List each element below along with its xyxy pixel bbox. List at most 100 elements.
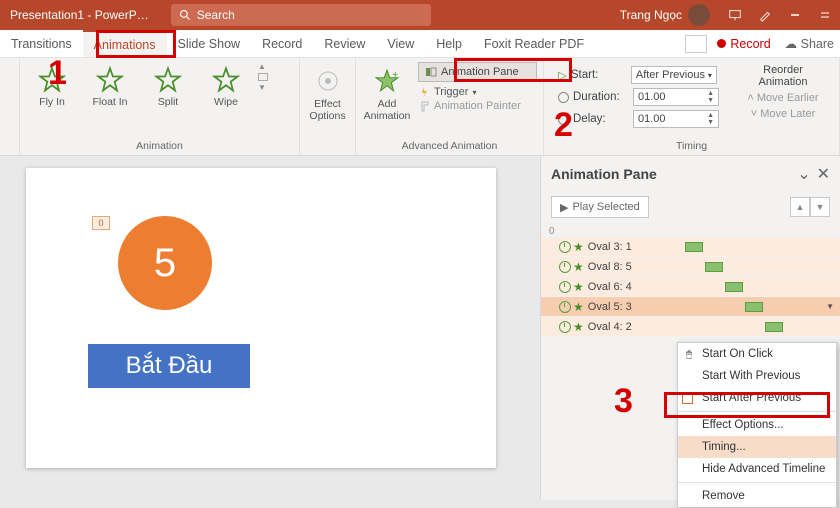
animation-pane: Animation Pane ⌄ ✕ ▶Play Selected ▲ ▼ 0 … <box>540 156 840 500</box>
duration-field[interactable]: 01.00▲▼ <box>633 88 719 106</box>
tab-foxit[interactable]: Foxit Reader PDF <box>473 30 595 57</box>
tab-review[interactable]: Review <box>313 30 376 57</box>
anim-item-4[interactable]: ★Oval 4: 2 <box>541 317 840 337</box>
tab-slideshow[interactable]: Slide Show <box>167 30 252 57</box>
annotation-2: 2 <box>554 106 573 145</box>
clock-icon <box>682 393 693 404</box>
annotation-1: 1 <box>48 54 67 93</box>
play-selected[interactable]: ▶Play Selected <box>551 196 649 218</box>
avatar <box>688 4 710 26</box>
effect-label: Float In <box>92 96 127 108</box>
pane-icon <box>425 66 437 78</box>
star-icon: ★ <box>573 260 584 274</box>
tab-transitions[interactable]: Transitions <box>0 30 83 57</box>
ctx-start-with-previous[interactable]: Start With Previous <box>678 365 836 387</box>
trigger-icon <box>418 86 430 98</box>
ctx-remove[interactable]: Remove <box>678 485 836 507</box>
oval-shape[interactable]: 5 <box>118 216 212 310</box>
clock-icon <box>559 281 571 293</box>
tab-view[interactable]: View <box>376 30 425 57</box>
draw-icon[interactable] <box>750 0 780 30</box>
effect-options-icon <box>313 66 343 96</box>
record-button[interactable]: Record <box>711 37 776 51</box>
oval-text: 5 <box>154 241 176 286</box>
share-button[interactable]: ☁ Share <box>781 36 838 51</box>
anim-item-label: Oval 8: 5 <box>588 261 632 273</box>
animation-pane-button[interactable]: Animation Pane <box>418 62 537 82</box>
move-down-icon[interactable]: ▼ <box>810 197 830 217</box>
search-box[interactable]: Search <box>171 4 431 26</box>
ctx-label: Remove <box>702 490 745 502</box>
play-icon: ▶ <box>560 201 568 214</box>
move-up-icon[interactable]: ▲ <box>790 197 810 217</box>
ctx-start-after-previous[interactable]: Start After Previous <box>678 387 836 409</box>
record-label: Record <box>730 37 770 51</box>
star-icon: ★ <box>573 300 584 314</box>
animation-painter[interactable]: Animation Painter <box>418 100 537 112</box>
ctx-label: Timing... <box>702 441 746 453</box>
tab-record[interactable]: Record <box>251 30 313 57</box>
item-menu-icon[interactable]: ▼ <box>826 302 834 311</box>
effect-float-in[interactable]: Float In <box>84 62 136 108</box>
share-label: Share <box>801 37 834 51</box>
anim-item-3[interactable]: ★ Oval 5: 3 ▼ <box>541 297 840 317</box>
group-animation-label: Animation <box>20 138 299 155</box>
delay-value: 01.00 <box>638 113 666 125</box>
star-icon: ★ <box>573 280 584 294</box>
ctx-start-on-click[interactable]: 🖱Start On Click <box>678 343 836 365</box>
add-animation-label: Add Animation <box>364 98 411 122</box>
gallery-more[interactable]: ▲▼ <box>258 62 272 92</box>
tab-help[interactable]: Help <box>425 30 473 57</box>
slide-canvas[interactable]: 0 5 Bắt Đầu <box>26 168 496 468</box>
minimize-icon[interactable] <box>780 0 810 30</box>
start-label: Start: <box>571 69 627 81</box>
add-animation[interactable]: + Add Animation <box>362 62 412 122</box>
effect-split[interactable]: Split <box>142 62 194 108</box>
search-placeholder: Search <box>197 8 235 22</box>
anim-tag[interactable]: 0 <box>92 216 110 230</box>
anim-item-2[interactable]: ★ Oval 6: 4 <box>541 277 840 297</box>
anim-item-label: Oval 5: 3 <box>588 301 632 313</box>
effect-label: Fly In <box>39 96 65 108</box>
effect-label: Wipe <box>214 96 238 108</box>
anim-item-label: Oval 6: 4 <box>588 281 632 293</box>
pane-close-icon[interactable]: ✕ <box>817 164 830 184</box>
annotation-3: 3 <box>614 382 633 421</box>
clock-icon <box>559 301 571 313</box>
pane-options-icon[interactable]: ⌄ <box>797 164 810 184</box>
star-icon: ★ <box>573 320 584 334</box>
star-icon: ★ <box>573 240 584 254</box>
delay-label: Delay: <box>573 113 629 125</box>
add-animation-icon: + <box>372 66 402 96</box>
user-area[interactable]: Trang Ngọc <box>610 4 720 26</box>
duration-label: Duration: <box>573 91 629 103</box>
start-button-shape[interactable]: Bắt Đầu <box>88 344 250 388</box>
effect-wipe[interactable]: Wipe <box>200 62 252 108</box>
animation-pane-title: Animation Pane <box>551 166 657 182</box>
ctx-effect-options[interactable]: Effect Options... <box>678 414 836 436</box>
ctx-label: Hide Advanced Timeline <box>702 463 825 475</box>
window-down-icon[interactable] <box>810 0 840 30</box>
tab-animations[interactable]: Animations <box>83 30 167 57</box>
thumbnail-rail[interactable] <box>0 156 18 500</box>
move-earlier: ˄ Move Earlier <box>739 92 827 104</box>
reorder-label: Reorder Animation <box>739 64 827 88</box>
trigger-button[interactable]: Trigger ▾ <box>418 86 537 98</box>
anim-item-1[interactable]: ★ Oval 8: 5 <box>541 257 840 277</box>
doc-title: Presentation1 - PowerP… <box>0 8 159 22</box>
anim-item-label: Oval 3: 1 <box>588 241 632 253</box>
ctx-hide-timeline[interactable]: Hide Advanced Timeline <box>678 458 836 480</box>
move-later: ˅ Move Later <box>739 108 827 120</box>
delay-field[interactable]: 01.00▲▼ <box>633 110 719 128</box>
ctx-timing[interactable]: Timing... <box>678 436 836 458</box>
start-value: After Previous <box>636 69 705 81</box>
animation-list: 0 ★Oval 3: 1 ★Oval 8: 5 ★Oval 6: 4 ★Oval… <box>541 226 840 337</box>
start-dropdown[interactable]: After Previous▾ <box>631 66 717 84</box>
clock-icon <box>559 241 571 253</box>
effect-options-label: Effect Options <box>309 98 345 122</box>
present-icon[interactable] <box>720 0 750 30</box>
ctx-label: Effect Options... <box>702 419 784 431</box>
effect-options[interactable]: Effect Options <box>306 62 349 122</box>
comments-icon[interactable] <box>685 35 707 53</box>
anim-item-0[interactable]: ★ Oval 3: 1 <box>541 237 840 257</box>
